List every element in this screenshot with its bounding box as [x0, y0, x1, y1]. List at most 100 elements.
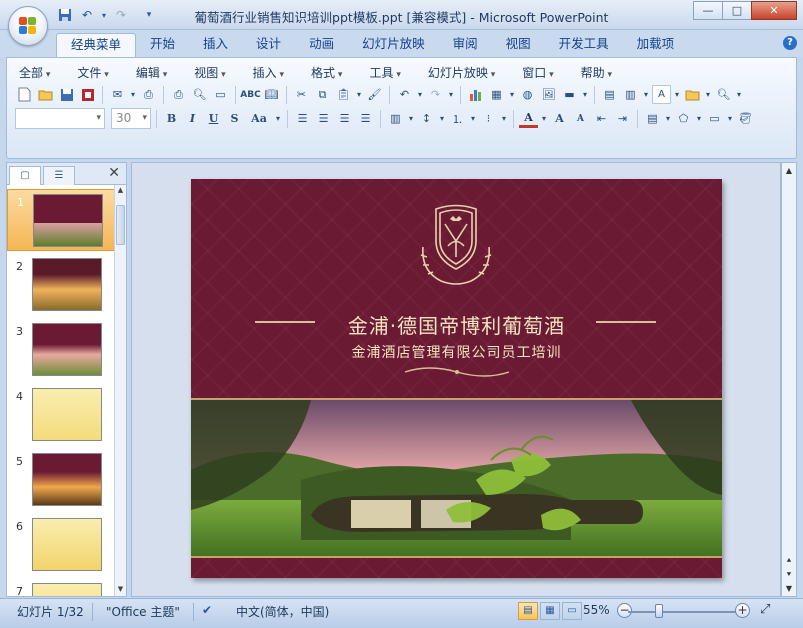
cut-icon[interactable]: ✂	[292, 85, 311, 104]
open-folder-icon[interactable]	[36, 85, 55, 104]
align-center-icon[interactable]: ☰	[314, 109, 333, 128]
fit-to-window-icon[interactable]: ⤢	[760, 602, 770, 617]
decrease-indent-icon[interactable]: ⇤	[592, 109, 611, 128]
underline-button[interactable]: U	[204, 109, 223, 128]
page-view-icon[interactable]: ▭	[211, 85, 230, 104]
slide-canvas[interactable]: 金浦·德国帝博利葡萄酒 金浦酒店管理有限公司员工培训	[191, 179, 722, 578]
classic-menu-item[interactable]: 视图	[192, 64, 233, 81]
insert-picture-icon[interactable]: 🖼︎	[539, 85, 558, 104]
zoom-slider-track[interactable]	[628, 611, 738, 613]
text-box-icon[interactable]: A	[652, 85, 671, 104]
close-button[interactable]: ✕	[751, 1, 797, 20]
ribbon-tab[interactable]: 插入	[189, 33, 242, 57]
thumbnail-scrollbar[interactable]: ▲ ▼	[114, 185, 126, 596]
new-document-icon[interactable]	[15, 85, 34, 104]
slide-design-icon[interactable]: ▥	[621, 85, 640, 104]
slide-thumbnail[interactable]: 2	[7, 254, 115, 316]
scroll-up-icon[interactable]: ▲	[784, 166, 794, 175]
bullets-dropdown-icon[interactable]: ▾	[500, 109, 508, 128]
change-case-button[interactable]: Aa	[246, 109, 272, 128]
minimize-button[interactable]: —	[693, 1, 723, 20]
previous-slide-icon[interactable]: ⯅	[784, 556, 794, 566]
zoom-search-icon[interactable]: 🔍︎	[714, 85, 733, 104]
research-icon[interactable]: 📖︎	[262, 85, 281, 104]
slide-layout-icon[interactable]: ▤	[643, 109, 662, 128]
insert-chart-icon[interactable]	[466, 85, 485, 104]
slide-thumbnail[interactable]: 4	[7, 384, 115, 446]
maximize-button[interactable]: □	[722, 1, 752, 20]
email-dropdown-icon[interactable]: ▾	[129, 85, 137, 104]
justify-icon[interactable]: ☰	[356, 109, 375, 128]
classic-menu-item[interactable]: 文件	[75, 64, 116, 81]
scroll-down-icon[interactable]: ▼	[116, 585, 125, 595]
save-toolbar-icon[interactable]	[57, 85, 76, 104]
shadow-button[interactable]: S	[225, 109, 244, 128]
folder-dropdown-icon[interactable]: ▾	[704, 85, 712, 104]
grow-font-icon[interactable]: A	[550, 109, 569, 128]
pane-close-icon[interactable]: ✕	[108, 165, 120, 181]
line-spacing-icon[interactable]: ↕	[417, 109, 436, 128]
classic-menu-item[interactable]: 工具	[367, 64, 408, 81]
print-preview-icon[interactable]: 🔍︎	[190, 85, 209, 104]
scroll-thumb[interactable]	[116, 205, 125, 245]
help-icon[interactable]: ?	[783, 36, 797, 50]
format-painter-icon[interactable]: 🖌︎	[365, 85, 384, 104]
classic-menu-item[interactable]: 插入	[251, 64, 292, 81]
shrink-font-icon[interactable]: A	[571, 109, 590, 128]
text-box-dropdown-icon[interactable]: ▾	[673, 85, 681, 104]
editor-scrollbar[interactable]: ▲ ⯅ ⯆ ▼	[781, 162, 797, 597]
ribbon-tab[interactable]: 加载项	[623, 33, 689, 57]
classic-menu-item[interactable]: 全部	[17, 64, 58, 81]
print-icon[interactable]: ⎙	[169, 85, 188, 104]
shape-fill-dropdown-icon[interactable]: ▾	[726, 109, 734, 128]
classic-menu-item[interactable]: 帮助	[579, 64, 620, 81]
align-left-icon[interactable]: ☰	[293, 109, 312, 128]
scroll-up-icon[interactable]: ▲	[116, 186, 125, 196]
outline-tab[interactable]: ☰	[43, 166, 75, 185]
scroll-down-icon[interactable]: ▼	[784, 584, 794, 593]
redo-toolbar-icon[interactable]: ↷	[426, 85, 445, 104]
ribbon-tab[interactable]: 开发工具	[545, 33, 623, 57]
font-name-combo[interactable]	[15, 108, 105, 129]
classic-menu-item[interactable]: 格式	[309, 64, 350, 81]
zoom-slider-knob[interactable]	[655, 604, 663, 618]
paste-dropdown-icon[interactable]: ▾	[355, 85, 363, 104]
slide-layout-dropdown-icon[interactable]: ▾	[664, 109, 672, 128]
zoom-in-button[interactable]: +	[735, 603, 750, 618]
align-right-icon[interactable]: ☰	[335, 109, 354, 128]
paste-icon[interactable]: 📋︎	[334, 85, 353, 104]
insert-table-icon[interactable]: ▦	[487, 85, 506, 104]
redo-toolbar-dropdown-icon[interactable]: ▾	[447, 85, 455, 104]
color-grayscale-icon[interactable]: ▬	[560, 85, 579, 104]
font-size-combo[interactable]: 30	[111, 108, 151, 129]
slide-thumbnail[interactable]: 3	[7, 319, 115, 381]
fill-bucket-icon[interactable]: 🪣︎	[736, 109, 755, 128]
classic-menu-item[interactable]: 幻灯片放映	[426, 64, 503, 81]
permission-icon[interactable]	[78, 85, 97, 104]
zoom-level[interactable]: 55%	[583, 603, 610, 617]
zoom-search-dropdown-icon[interactable]: ▾	[735, 85, 743, 104]
numbering-icon[interactable]: ⒈	[448, 109, 467, 128]
slide-thumbnail[interactable]: 6	[7, 514, 115, 576]
slide-thumbnail[interactable]: 5	[7, 449, 115, 511]
slide-design-dropdown-icon[interactable]: ▾	[642, 85, 650, 104]
shape-icon[interactable]: ⬠	[674, 109, 693, 128]
font-color-dropdown-icon[interactable]: ▾	[540, 109, 548, 128]
spelling-icon[interactable]: ABC	[240, 85, 260, 104]
bold-button[interactable]: B	[162, 109, 181, 128]
color-grayscale-dropdown-icon[interactable]: ▾	[581, 85, 589, 104]
copy-icon[interactable]: ⧉	[313, 85, 332, 104]
bullets-icon[interactable]: ⁝	[479, 109, 498, 128]
ribbon-tab[interactable]: 视图	[492, 33, 545, 57]
email-icon[interactable]: ✉	[108, 85, 127, 104]
slideshow-button[interactable]: ▭	[562, 602, 582, 620]
change-case-dropdown-icon[interactable]: ▾	[274, 109, 282, 128]
slide-thumbnail[interactable]: 1	[7, 189, 115, 251]
numbering-dropdown-icon[interactable]: ▾	[469, 109, 477, 128]
columns-icon[interactable]: ▥	[386, 109, 405, 128]
slides-tab[interactable]: ▢	[9, 166, 41, 185]
slide-thumbnail[interactable]: 7	[7, 579, 115, 596]
classic-menu-item[interactable]: 窗口	[520, 64, 561, 81]
undo-toolbar-icon[interactable]: ↶	[395, 85, 414, 104]
slide-subtitle[interactable]: 金浦酒店管理有限公司员工培训	[191, 342, 722, 362]
